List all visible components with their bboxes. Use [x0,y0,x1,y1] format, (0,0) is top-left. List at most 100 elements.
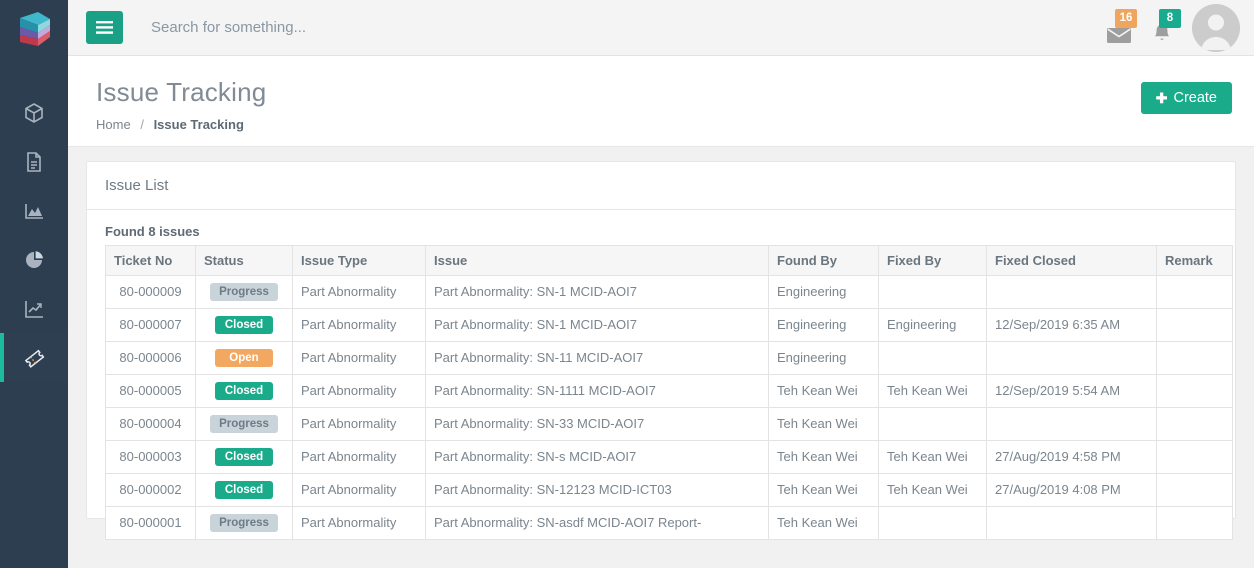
sidebar [0,0,68,568]
table-row[interactable]: 80-000003ClosedPart AbnormalityPart Abno… [106,440,1233,473]
status-badge: Closed [215,481,273,499]
cell-ticket-no: 80-000007 [106,308,196,341]
card-body: Found 8 issues Ticket No Status Issue Ty… [87,210,1235,540]
cell-fixed-closed: 12/Sep/2019 5:54 AM [987,374,1157,407]
status-badge: Closed [215,382,273,400]
cell-found-by: Teh Kean Wei [769,440,879,473]
cell-remark [1157,473,1233,506]
cell-issue-type: Part Abnormality [293,473,426,506]
cell-issue: Part Abnormality: SN-33 MCID-AOI7 [426,407,769,440]
content-area: Issue List Found 8 issues Ticket No Stat… [68,147,1254,568]
column-header-status[interactable]: Status [196,245,293,275]
cell-status: Closed [196,308,293,341]
cell-fixed-by [879,275,987,308]
cell-fixed-by: Teh Kean Wei [879,374,987,407]
table-row[interactable]: 80-000007ClosedPart AbnormalityPart Abno… [106,308,1233,341]
cube-icon [22,101,46,125]
table-row[interactable]: 80-000001 Progress Part AbnormalityPart Ab… [106,506,1233,539]
status-badge: Closed [215,448,273,466]
mail-notification-button[interactable]: 16 [1104,11,1134,45]
cell-status: Closed [196,473,293,506]
sidebar-item-line-chart[interactable] [0,284,68,333]
sidebar-item-area-chart[interactable] [0,186,68,235]
table-row[interactable]: 80-000004ProgressPart AbnormalityPart Ab… [106,407,1233,440]
cell-found-by: Teh Kean Wei [769,473,879,506]
user-avatar[interactable] [1192,4,1240,52]
cell-issue: Part Abnormality: SN-asdf MCID-AOI7 Repo… [426,506,769,539]
cell-issue: Part Abnormality: SN-s MCID-AOI7 [426,440,769,473]
issue-table-head: Ticket No Status Issue Type Issue Found … [106,245,1233,275]
cell-fixed-by: Engineering [879,308,987,341]
cell-fixed-by [879,341,987,374]
column-header-remark[interactable]: Remark [1157,245,1233,275]
pie-chart-icon [22,248,46,272]
cell-remark [1157,341,1233,374]
cell-status: Progress [196,407,293,440]
cell-found-by: Teh Kean Wei [769,506,879,539]
cell-status: Progress [196,506,293,539]
cell-fixed-closed [987,506,1157,539]
column-header-ticket-no[interactable]: Ticket No [106,245,196,275]
cell-found-by: Teh Kean Wei [769,374,879,407]
cell-found-by: Engineering [769,275,879,308]
cell-status: Open [196,341,293,374]
table-row[interactable]: 80-000009ProgressPart AbnormalityPart Ab… [106,275,1233,308]
column-header-fixed-by[interactable]: Fixed By [879,245,987,275]
breadcrumb-home[interactable]: Home [96,117,131,132]
app-root: 16 8 [0,0,1254,568]
cell-issue: Part Abnormality: SN-1 MCID-AOI7 [426,308,769,341]
cell-status: Progress [196,275,293,308]
column-header-found-by[interactable]: Found By [769,245,879,275]
status-badge: Progress [210,514,278,532]
breadcrumb-separator: / [140,117,144,132]
cell-found-by: Engineering [769,341,879,374]
status-badge: Progress [210,415,278,433]
sidebar-item-documents[interactable] [0,137,68,186]
column-header-issue[interactable]: Issue [426,245,769,275]
column-header-fixed-closed[interactable]: Fixed Closed [987,245,1157,275]
cell-issue-type: Part Abnormality [293,308,426,341]
cell-remark [1157,374,1233,407]
topbar: 16 8 [68,0,1254,56]
hamburger-menu-button[interactable] [86,11,123,44]
cell-fixed-by: Teh Kean Wei [879,440,987,473]
create-button[interactable]: ✚ Create [1141,82,1232,114]
app-logo[interactable] [0,0,68,56]
breadcrumb-current: Issue Tracking [154,117,244,132]
topbar-actions: 16 8 [1104,4,1240,52]
cell-remark [1157,275,1233,308]
cell-fixed-by [879,407,987,440]
issue-list-card: Issue List Found 8 issues Ticket No Stat… [86,161,1236,519]
sidebar-item-issue-tracking[interactable] [0,333,68,382]
cell-issue-type: Part Abnormality [293,275,426,308]
cell-fixed-by: Teh Kean Wei [879,473,987,506]
user-avatar-icon [1192,4,1240,52]
cell-fixed-closed [987,275,1157,308]
bell-badge: 8 [1159,9,1181,28]
sidebar-item-pie-chart[interactable] [0,235,68,284]
sidebar-item-products[interactable] [0,88,68,137]
cell-ticket-no: 80-000003 [106,440,196,473]
cell-fixed-closed: 12/Sep/2019 6:35 AM [987,308,1157,341]
cell-ticket-no: 80-000001 [106,506,196,539]
page-title: Issue Tracking [96,78,1232,108]
cell-issue-type: Part Abnormality [293,341,426,374]
ticket-icon [22,346,46,370]
cell-found-by: Teh Kean Wei [769,407,879,440]
cell-fixed-closed: 27/Aug/2019 4:58 PM [987,440,1157,473]
column-header-issue-type[interactable]: Issue Type [293,245,426,275]
cell-found-by: Engineering [769,308,879,341]
cell-fixed-closed [987,341,1157,374]
table-row[interactable]: 80-000005ClosedPart AbnormalityPart Abno… [106,374,1233,407]
logo-icon [12,6,56,50]
table-row[interactable]: 80-000002ClosedPart AbnormalityPart Abno… [106,473,1233,506]
main-area: 16 8 [68,0,1254,568]
bell-notification-button[interactable]: 8 [1148,11,1178,45]
plus-icon: ✚ [1156,90,1168,107]
search-input[interactable] [151,19,1092,36]
table-row[interactable]: 80-000006OpenPart AbnormalityPart Abnorm… [106,341,1233,374]
status-badge: Progress [210,283,278,301]
cell-remark [1157,308,1233,341]
cell-fixed-by [879,506,987,539]
cell-issue-type: Part Abnormality [293,506,426,539]
